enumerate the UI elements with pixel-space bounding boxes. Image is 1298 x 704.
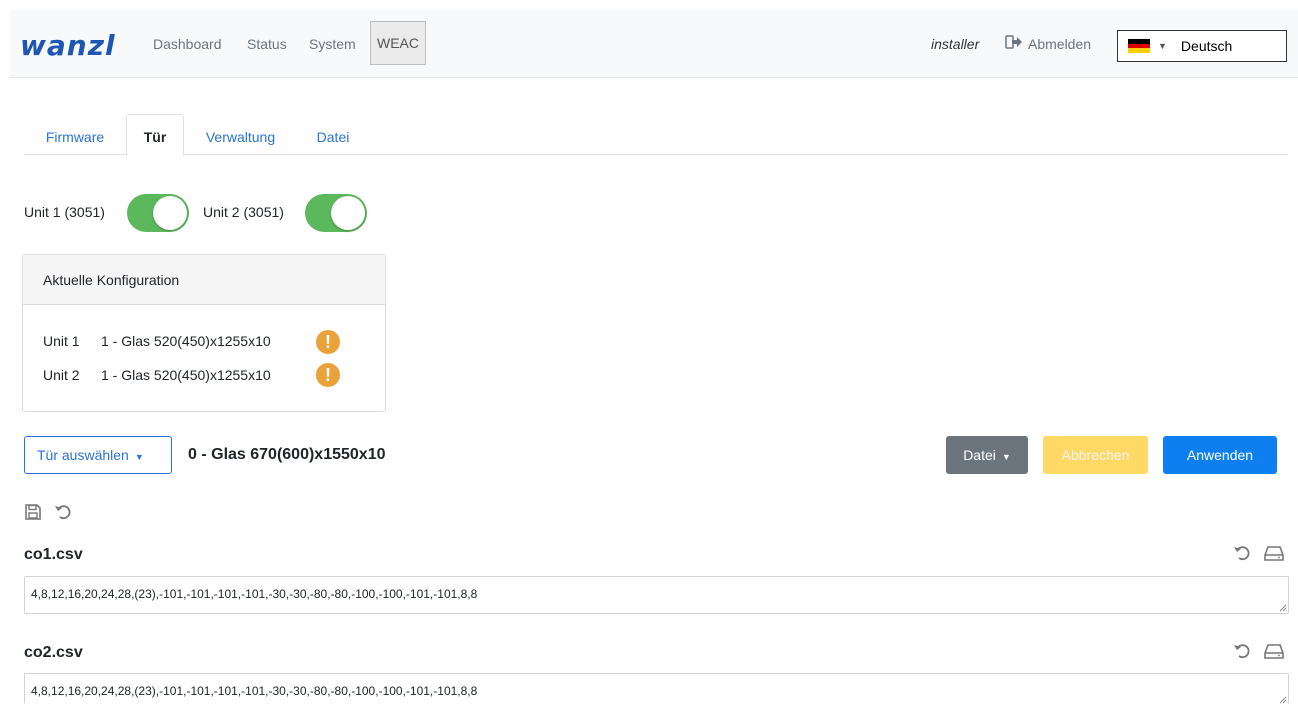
config-row-unit2: Unit 2 1 - Glas 520(450)x1255x10 [43, 367, 271, 383]
nav-link-weac[interactable]: WEAC [370, 21, 426, 65]
caret-down-icon: ▼ [1001, 452, 1011, 462]
tab-door[interactable]: Tür [126, 114, 184, 156]
logout-button[interactable]: Abmelden [1005, 34, 1091, 53]
save-icon[interactable] [24, 503, 42, 521]
warning-icon[interactable]: ! [316, 363, 340, 387]
tab-firmware[interactable]: Firmware [24, 114, 126, 155]
file-content-co1[interactable]: 4,8,12,16,20,24,28,(23),-101,-101,-101,-… [24, 576, 1289, 614]
logout-label: Abmelden [1028, 35, 1092, 52]
tab-file[interactable]: Datei [297, 114, 369, 155]
file-content-co2[interactable]: 4,8,12,16,20,24,28,(23),-101,-101,-101,-… [24, 673, 1289, 704]
current-user: installer [931, 36, 980, 52]
undo-icon[interactable] [54, 503, 72, 521]
resize-handle-icon[interactable] [1279, 604, 1287, 612]
hard-drive-icon[interactable] [1264, 643, 1284, 659]
unit2-toggle[interactable] [305, 194, 367, 232]
top-navbar: wanzl Dashboard Status System WEAC insta… [10, 10, 1298, 78]
german-flag-icon [1128, 39, 1150, 54]
tab-bar: Firmware Tür Verwaltung Datei [24, 114, 1288, 156]
resize-handle-icon[interactable] [1279, 696, 1287, 704]
language-label: Deutsch [1180, 38, 1233, 54]
nav-link-status[interactable]: Status [247, 35, 287, 53]
selected-door-name: 0 - Glas 670(600)x1550x10 [188, 446, 386, 463]
unit1-label: Unit 1 (3051) [24, 204, 105, 220]
file-name-co1: co1.csv [24, 546, 83, 563]
undo-icon[interactable] [1233, 642, 1251, 660]
card-title: Aktuelle Konfiguration [23, 255, 385, 305]
chevron-down-icon: ▼ [1158, 41, 1167, 51]
nav-link-system[interactable]: System [309, 35, 356, 53]
file-name-co2: co2.csv [24, 644, 83, 661]
language-select[interactable]: ▼ Deutsch [1117, 30, 1287, 62]
file-menu-button[interactable]: Datei ▼ [946, 436, 1028, 474]
nav-link-dashboard[interactable]: Dashboard [153, 35, 222, 53]
undo-icon[interactable] [1233, 544, 1251, 562]
config-row-unit1: Unit 1 1 - Glas 520(450)x1255x10 [43, 333, 271, 349]
warning-icon[interactable]: ! [316, 330, 340, 354]
unit1-toggle[interactable] [127, 194, 189, 232]
unit2-label: Unit 2 (3051) [203, 204, 284, 220]
hard-drive-icon[interactable] [1264, 545, 1284, 561]
sign-out-icon [1005, 34, 1023, 53]
apply-button[interactable]: Anwenden [1163, 436, 1277, 474]
current-config-card: Aktuelle Konfiguration Unit 1 1 - Glas 5… [22, 254, 386, 412]
cancel-button[interactable]: Abbrechen [1043, 436, 1148, 474]
tab-management[interactable]: Verwaltung [184, 114, 297, 155]
door-select-dropdown[interactable]: Tür auswählen ▼ [24, 436, 172, 474]
caret-down-icon: ▼ [134, 452, 144, 462]
brand-logo[interactable]: wanzl [20, 32, 116, 60]
